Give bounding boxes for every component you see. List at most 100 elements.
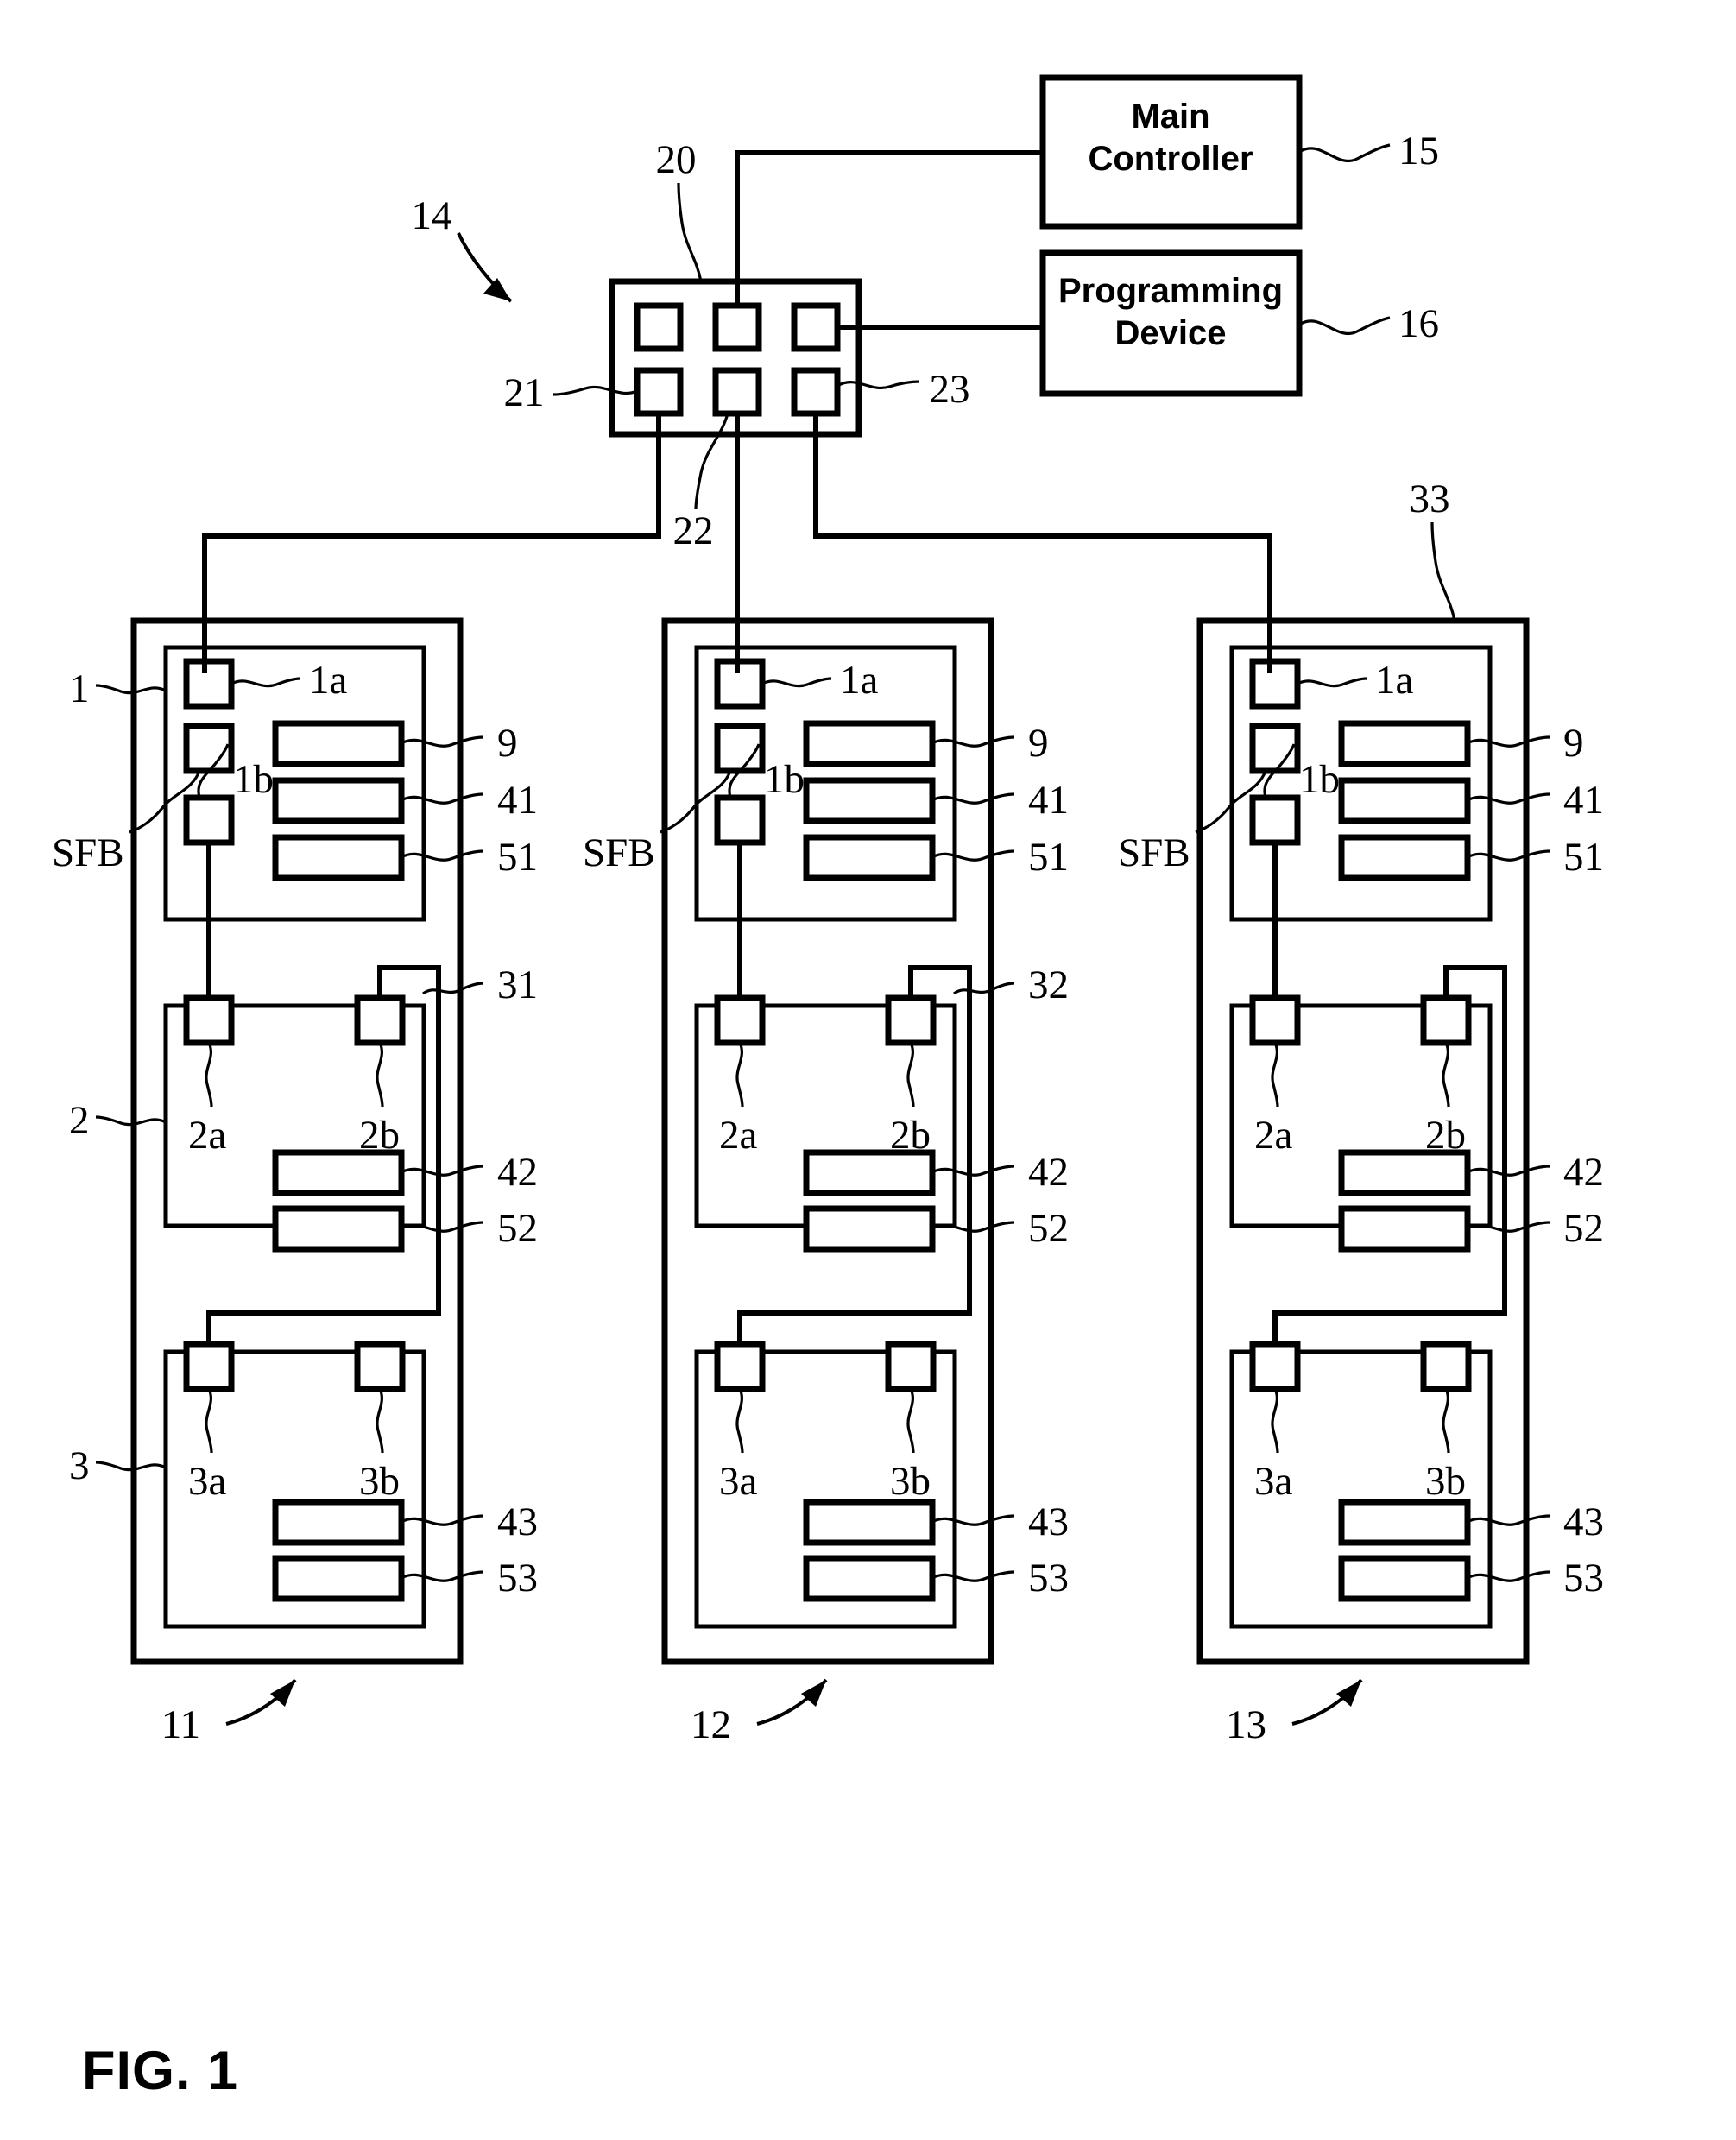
ref-22: 22 [673, 508, 714, 553]
bar-51 [272, 834, 405, 881]
port-label-1b: 1b [764, 757, 805, 802]
bar-label-43: 43 [1563, 1499, 1604, 1544]
bar-52 [272, 1205, 405, 1253]
port-2a [1249, 994, 1301, 1046]
device-column-13: 33 1a SFB 1b 9 41 51 2a 2b 42 52 3a 3b 4… [1118, 477, 1604, 1747]
switch-port-top-right [791, 302, 841, 352]
port-3b [885, 1341, 937, 1392]
sfb-label: SFB [583, 830, 655, 875]
device-outer-ref-33: 33 [1410, 477, 1450, 521]
port-1a [1249, 658, 1301, 710]
bar-43 [803, 1499, 936, 1546]
ref-14: 14 [412, 193, 452, 238]
bar-label-52: 52 [1028, 1206, 1069, 1251]
port-label-1a: 1a [1375, 658, 1414, 703]
port-3b [354, 1341, 406, 1392]
port-label-2a: 2a [188, 1113, 227, 1158]
port-label-1b: 1b [1299, 757, 1340, 802]
main-controller-block: Main Controller 15 [1039, 74, 1439, 230]
bar-53 [1338, 1555, 1471, 1602]
port-2a [714, 994, 766, 1046]
port-label-1a: 1a [840, 658, 879, 703]
port-1b [183, 794, 235, 846]
port-2b [885, 994, 937, 1046]
bar-label-53: 53 [1563, 1556, 1604, 1600]
bar-52 [1338, 1205, 1471, 1253]
programming-device-label-line1: Programming [1058, 272, 1283, 310]
ref-21: 21 [504, 370, 545, 415]
ref-16: 16 [1398, 301, 1439, 346]
module-3-device-13: 3a 3b 43 53 [1229, 1341, 1604, 1629]
bar-label-51: 51 [1028, 835, 1069, 880]
bar-label-9: 9 [1563, 721, 1584, 766]
bar-41 [803, 777, 936, 824]
bar-43 [272, 1499, 405, 1546]
bar-label-53: 53 [497, 1556, 538, 1600]
bar-label-43: 43 [1028, 1499, 1069, 1544]
module-1-device-11: 1a SFB 1b 9 41 51 1 [52, 645, 538, 922]
module-3-device-11: 3a 3b 43 53 3 [69, 1341, 538, 1629]
port-label-1a: 1a [309, 658, 348, 703]
device-ref-13: 13 [1226, 1702, 1266, 1747]
module-3-device-12: 3a 3b 43 53 [694, 1341, 1069, 1629]
module-ref-2: 2 [69, 1098, 90, 1143]
port-3a [1249, 1341, 1301, 1392]
main-controller-label-line2: Controller [1088, 140, 1253, 178]
module-1-device-13: 1a SFB 1b 9 41 51 [1118, 645, 1604, 922]
sfb-label: SFB [52, 830, 124, 875]
module-ref-1: 1 [69, 666, 90, 711]
port-label-3b: 3b [1425, 1459, 1466, 1504]
switch-port-bottom-middle [712, 367, 762, 417]
bar-9 [803, 720, 936, 767]
bus-wiring [202, 411, 1272, 673]
bar-label-41: 41 [1563, 778, 1604, 823]
port-label-3a: 3a [719, 1459, 758, 1504]
bar-label-52: 52 [1563, 1206, 1604, 1251]
programming-device-label-line2: Device [1115, 314, 1227, 352]
bar-43 [1338, 1499, 1471, 1546]
port-label-2a: 2a [1254, 1113, 1293, 1158]
bar-52 [803, 1205, 936, 1253]
ref-23: 23 [930, 367, 970, 412]
bar-9 [272, 720, 405, 767]
port-2a [183, 994, 235, 1046]
device-ref-12: 12 [691, 1702, 731, 1747]
bar-label-41: 41 [1028, 778, 1069, 823]
port-label-1b: 1b [233, 757, 274, 802]
port-1a [183, 658, 235, 710]
port-label-3b: 3b [890, 1459, 931, 1504]
bar-41 [1338, 777, 1471, 824]
port-1b [714, 794, 766, 846]
figure-caption: FIG. 1 [82, 2041, 238, 2101]
bar-label-42: 42 [1563, 1150, 1604, 1195]
bar-41 [272, 777, 405, 824]
switch-port-bottom-right [791, 367, 841, 417]
port-3b [1420, 1341, 1472, 1392]
module-1-device-12: 1a SFB 1b 9 41 51 [583, 645, 1069, 922]
bar-label-9: 9 [1028, 721, 1049, 766]
bar-label-43: 43 [497, 1499, 538, 1544]
port-2b [1420, 994, 1472, 1046]
bar-53 [272, 1555, 405, 1602]
bar-label-51: 51 [1563, 835, 1604, 880]
bar-51 [803, 834, 936, 881]
bar-9 [1338, 720, 1471, 767]
main-controller-label-line1: Main [1131, 98, 1209, 136]
bar-label-42: 42 [1028, 1150, 1069, 1195]
ref-15: 15 [1398, 129, 1439, 174]
bar-51 [1338, 834, 1471, 881]
module-ref-3: 3 [69, 1443, 90, 1488]
bar-label-41: 41 [497, 778, 538, 823]
module-2-device-13: 2a 2b 42 52 [1229, 994, 1604, 1253]
patent-figure: Main Controller 15 Programming Device 16… [0, 0, 1736, 2140]
port-3a [714, 1341, 766, 1392]
port-label-2a: 2a [719, 1113, 758, 1158]
switch-port-bottom-left [634, 367, 684, 417]
bar-label-51: 51 [497, 835, 538, 880]
switch-assembly: 14 20 21 23 22 [412, 137, 1045, 553]
device-column-11: 1a SFB 1b 9 41 51 1 2a 2b 42 52 2 31 3a … [52, 617, 538, 1747]
bar-label-9: 9 [497, 721, 518, 766]
sfb-label: SFB [1118, 830, 1190, 875]
programming-device-block: Programming Device 16 [1039, 249, 1439, 397]
bar-label-52: 52 [497, 1206, 538, 1251]
